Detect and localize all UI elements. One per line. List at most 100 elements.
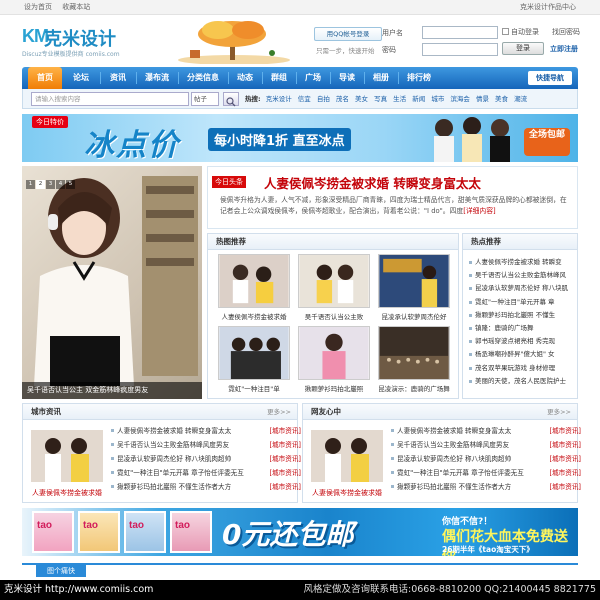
works-center-link[interactable]: 克米设计作品中心 (520, 0, 576, 15)
tab-pictures[interactable]: 图个痛快 (36, 565, 86, 577)
promo-banner-free-shipping[interactable]: tao tao tao tao 0元还包邮 你信不信?！ 偶们花大血本免费送你 … (22, 508, 578, 556)
friends-news-photo[interactable] (311, 430, 383, 482)
slide-dot-1[interactable]: 1 (26, 180, 35, 189)
news-row[interactable]: 霓虹"一种注目"单元开幕 章子怡任评委无互 [城市资讯] (111, 466, 301, 480)
hot-picture-item[interactable]: 揪颗萝衫玛拍北巖照 (298, 326, 370, 394)
header: KM 克米设计 Discuz专业模板提供商 comiis.com 用QQ帐号登录… (22, 18, 580, 64)
slide-dot-4[interactable]: 4 (56, 180, 65, 189)
feature-slideshow[interactable]: 12345 吴千语否认当公主 双金筋林峰疯度男友 (22, 166, 202, 399)
thumbnail (218, 326, 290, 380)
slide-dot-3[interactable]: 3 (46, 180, 55, 189)
nav-item-home[interactable]: 首页 (28, 67, 62, 89)
hot-picture-item[interactable]: 人妻侯佩岑捞金被求婚 (218, 254, 290, 322)
news-row[interactable]: 昆凌承认软萝周杰伦好 称八块肌肉超帅 [城市资讯] (391, 452, 581, 466)
hot-picture-item[interactable]: 霓虹"一种注目"单 (218, 326, 290, 394)
username-input[interactable] (422, 26, 498, 39)
hot-keyword[interactable]: 克米设计 (266, 95, 292, 103)
slide-dot-5[interactable]: 5 (66, 180, 75, 189)
list-item[interactable]: 郭书瑶穿波点裙亮相 秀完现 (469, 335, 579, 348)
list-item[interactable]: 人妻侯佩岑捞金被求婚 转瞬变 (469, 256, 579, 269)
nav-item-classified[interactable]: 分类信息 (178, 67, 228, 89)
news-row[interactable]: 吴千语否认当公主败金筋林峰风度男友 [城市资讯] (391, 438, 581, 452)
hot-picture-item[interactable]: 吴千语否认当公主败 (298, 254, 370, 322)
list-item[interactable]: 茂名双苹果玩游戏 身材修理 (469, 362, 579, 375)
news-row[interactable]: 揪颗萝衫玛拍北巖照 不懂生活作者大方 [城市资讯] (111, 480, 301, 494)
auto-login-checkbox[interactable] (502, 28, 509, 35)
friends-news-photo-caption[interactable]: 人妻侯佩岑捞金被求婚 (307, 488, 387, 498)
footer-contact: 风格定做及咨询联系电话:0668-8810200 QQ:21400445 882… (303, 584, 596, 595)
news-row[interactable]: 人妻侯佩岑捞金被求婚 转瞬变身富太太 [城市资讯] (391, 424, 581, 438)
search-input[interactable]: 请输入搜索内容 (31, 92, 189, 106)
friends-news-more-link[interactable]: 更多>> (547, 404, 571, 420)
list-item[interactable]: 杨丞琳嘲孙醉昇"傻大姐" 女 (469, 348, 579, 361)
list-item[interactable]: 霓虹"一种注目"单元开幕 章 (469, 296, 579, 309)
news-row[interactable]: 昆凌承认软萝周杰伦好 称八块肌肉超帅 [城市资讯] (111, 452, 301, 466)
hot-keyword[interactable]: 生活 (393, 95, 406, 103)
list-item[interactable]: 昆凌承认软萝周杰伦好 称八块肌 (469, 282, 579, 295)
headline-more-link[interactable]: [详细内容] (463, 207, 496, 215)
nav-item-waterfall[interactable]: 瀑布流 (136, 67, 178, 89)
city-news-photo-caption[interactable]: 人妻侯佩岑捞金被求婚 (27, 488, 107, 498)
banner-subline: 每小时降1折 直至冰点 (208, 128, 351, 151)
news-row[interactable]: 霓虹"一种注目"单元开幕 章子怡任评委无互 [城市资讯] (391, 466, 581, 480)
set-home-link[interactable]: 设为首页 (24, 3, 52, 11)
list-item[interactable]: 吴千语否认当公主败金筋林峰风 (469, 269, 579, 282)
bookmark-link[interactable]: 收藏本站 (62, 3, 90, 11)
city-news-more-link[interactable]: 更多>> (267, 404, 291, 420)
hot-keyword[interactable]: 自拍 (317, 95, 330, 103)
password-label: 密码 (382, 46, 396, 54)
hot-keyword[interactable]: 滨海会 (450, 95, 470, 103)
magazine-cover: tao (32, 511, 74, 553)
login-button[interactable]: 登录 (502, 42, 544, 55)
hot-keyword[interactable]: 新闻 (412, 95, 425, 103)
news-row[interactable]: 人妻侯佩岑捞金被求婚 转瞬变身富太太 [城市资讯] (111, 424, 301, 438)
city-news-panel: 城市资讯 更多>> 人妻侯佩岑捞金被求婚 人妻侯佩岑捞金被求婚 转瞬变身富太太 [城… (22, 403, 301, 503)
auto-login-label: 自动登录 (511, 28, 539, 36)
hot-keyword[interactable]: 美食 (495, 95, 508, 103)
hot-keyword[interactable]: 茂名 (336, 95, 349, 103)
slide-dot-2[interactable]: 2 (36, 180, 45, 189)
nav-item-groups[interactable]: 群组 (262, 67, 296, 89)
footer-site[interactable]: 克米设计 http://www.comiis.com (4, 580, 153, 600)
headline-summary: 侯佩岑升格为人妻，人气不减，形象深受精品厂商青睐，四度为瑞士精品代言，甜美气质深… (220, 196, 567, 215)
news-row[interactable]: 揪颗萝衫玛拍北巖照 不懂生活作者大方 [城市资讯] (391, 480, 581, 494)
quick-nav-button[interactable]: 快捷导航 (528, 71, 572, 85)
banner2-headline: 0元还包邮 (222, 518, 354, 551)
nav-item-album[interactable]: 相册 (364, 67, 398, 89)
qq-login-button[interactable]: 用QQ帐号登录 (314, 27, 382, 41)
password-input[interactable] (422, 43, 498, 56)
search-button[interactable] (223, 92, 239, 107)
hot-pictures-title: 热图推荐 (208, 234, 458, 250)
hot-keyword[interactable]: 写真 (374, 95, 387, 103)
hot-keyword[interactable]: 美女 (355, 95, 368, 103)
feature-caption[interactable]: 吴千语否认当公主 双金筋林峰疯度男友 (22, 382, 202, 399)
hot-keyword[interactable]: 潮流 (514, 95, 527, 103)
feature-photo (34, 176, 198, 386)
hot-keyword[interactable]: 情景 (476, 95, 489, 103)
list-item[interactable]: 镇隆：鹿骑的广场舞 (469, 322, 579, 335)
hot-keyword[interactable]: 城市 (431, 95, 444, 103)
city-news-photo[interactable] (31, 430, 103, 482)
nav-item-ranking[interactable]: 排行榜 (398, 67, 440, 89)
headline-title[interactable]: 人妻侯佩岑捞金被求婚 转瞬变身富太太 (264, 173, 481, 192)
thumbnail (218, 254, 290, 308)
nav-item-news[interactable]: 资讯 (100, 67, 136, 89)
hot-picture-item[interactable]: 昆凌承认软萝周杰伦好 (378, 254, 450, 322)
nav-item-forum[interactable]: 论坛 (62, 67, 100, 89)
register-link[interactable]: 立即注册 (550, 44, 578, 54)
promo-banner-ice-price[interactable]: 今日特价 冰点价 每小时降1折 直至冰点 全场包邮 (22, 114, 578, 162)
nav-item-activity[interactable]: 动态 (228, 67, 262, 89)
nav-item-square[interactable]: 广场 (296, 67, 330, 89)
news-row[interactable]: 吴千语否认当公主败金筋林峰风度男友 [城市资讯] (111, 438, 301, 452)
hot-keyword[interactable]: 信宜 (298, 95, 311, 103)
forgot-password-link[interactable]: 找回密码 (552, 27, 580, 37)
hot-picture-item[interactable]: 昆凌演示：鹿骑的广场舞 (378, 326, 450, 394)
site-logo[interactable]: KM 克米设计 Discuz专业模板提供商 comiis.com (22, 24, 134, 58)
search-type-select[interactable]: 帖子 (191, 92, 219, 106)
list-item[interactable]: 美丽的天使，茂名人民医院护士 (469, 375, 579, 388)
nav-item-guide[interactable]: 导读 (330, 67, 364, 89)
headline-box: 今日头条 人妻侯佩岑捞金被求婚 转瞬变身富太太 侯佩岑升格为人妻，人气不减，形象… (207, 166, 578, 229)
hot-search: 热搜: 克米设计 信宜 自拍 茂名 美女 写真 生活 新闻 城市 滨海会 情景 … (245, 89, 531, 109)
hot-pictures-panel: 热图推荐 人妻侯佩岑捞金被求婚 吴千语否认当公主败 昆凌承认软萝周杰伦好 霓虹"… (207, 233, 459, 399)
list-item[interactable]: 揪颗萝衫玛拍北巖照 不懂生 (469, 309, 579, 322)
